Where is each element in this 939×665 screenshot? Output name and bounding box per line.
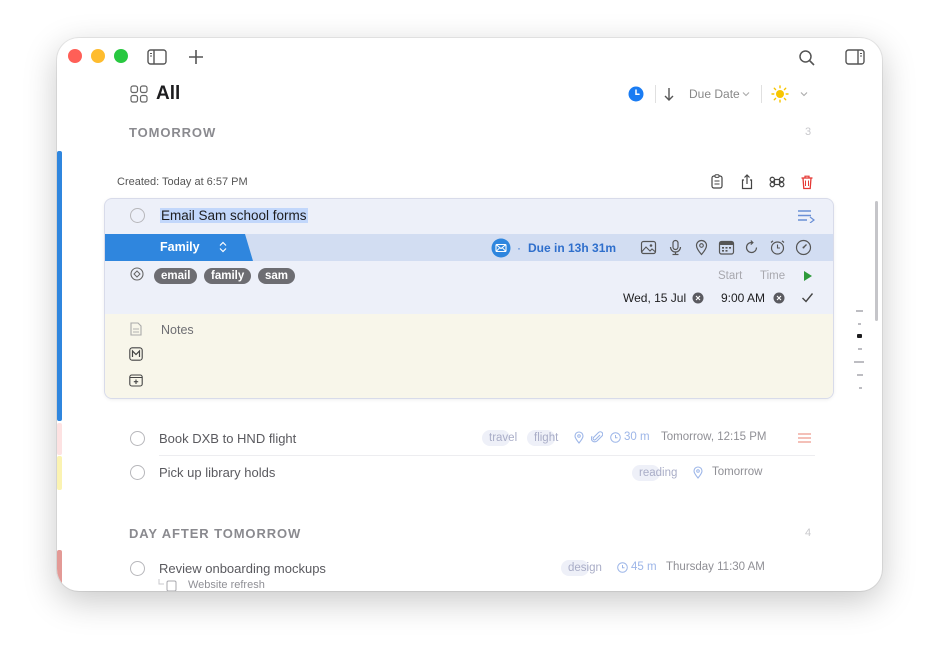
note-icon xyxy=(130,322,142,336)
sun-icon[interactable] xyxy=(771,85,789,103)
chevron-down-icon[interactable] xyxy=(742,91,750,97)
trash-icon[interactable] xyxy=(799,174,815,190)
section-count: 3 xyxy=(805,126,812,138)
task-checkbox[interactable] xyxy=(130,561,145,576)
task-checkbox[interactable] xyxy=(130,465,145,480)
tag-icon[interactable] xyxy=(130,267,144,281)
project-icon xyxy=(158,579,178,591)
index-tick-active[interactable] xyxy=(857,334,862,338)
task-row[interactable]: Pick up library holds reading Tomorrow xyxy=(114,456,814,490)
checkmark-icon[interactable] xyxy=(801,291,814,304)
chevron-updown-icon[interactable] xyxy=(218,241,228,253)
task-project: Website refresh xyxy=(188,579,265,591)
copy-icon[interactable] xyxy=(709,174,725,190)
page-title: All xyxy=(156,83,181,104)
timer-icon[interactable] xyxy=(795,239,812,256)
index-tick[interactable] xyxy=(858,323,861,325)
microphone-icon[interactable] xyxy=(667,239,684,256)
chevron-down-icon[interactable] xyxy=(800,91,808,97)
image-icon[interactable] xyxy=(640,239,657,256)
index-tick[interactable] xyxy=(856,310,863,312)
section-count: 4 xyxy=(805,527,812,539)
divider xyxy=(761,85,762,103)
markdown-icon[interactable] xyxy=(129,347,143,361)
sidebar-toggle-icon[interactable] xyxy=(147,49,167,65)
task-duration: 45 m xyxy=(631,561,657,573)
task-title-input[interactable]: Email Sam school forms xyxy=(160,208,308,223)
close-window-button[interactable] xyxy=(68,49,82,63)
task-duration: 30 m xyxy=(624,431,650,443)
tag-chip[interactable]: reading xyxy=(632,465,677,481)
location-pin-icon[interactable] xyxy=(693,239,710,256)
clock-icon xyxy=(617,562,628,573)
list-color-strip xyxy=(57,550,62,591)
inspector-toggle-icon[interactable] xyxy=(845,49,865,65)
tag-chip[interactable]: flight xyxy=(527,430,558,446)
share-icon[interactable] xyxy=(739,174,755,190)
repeat-icon[interactable] xyxy=(743,239,760,256)
index-tick[interactable] xyxy=(857,374,863,376)
created-label: Created: Today at 6:57 PM xyxy=(117,176,248,188)
minimize-window-button[interactable] xyxy=(91,49,105,63)
index-tick[interactable] xyxy=(854,361,864,363)
arrow-down-icon[interactable] xyxy=(663,86,675,102)
tag-chip[interactable]: sam xyxy=(258,268,296,284)
location-pin-icon xyxy=(573,431,585,444)
tag-chip[interactable]: travel xyxy=(482,430,517,446)
task-checkbox[interactable] xyxy=(130,431,145,446)
add-attachment-icon[interactable] xyxy=(129,373,143,387)
task-due: Tomorrow xyxy=(712,466,763,478)
clock-icon xyxy=(610,432,621,443)
paperclip-icon xyxy=(591,431,603,444)
tag-chip[interactable]: email xyxy=(154,268,198,284)
tag-chip[interactable]: design xyxy=(561,560,602,576)
list-name[interactable]: Family xyxy=(160,240,200,254)
due-countdown: Due in 13h 31m xyxy=(528,241,617,255)
list-color-strip xyxy=(57,151,62,421)
app-window: All Due Date TOMORROW 3 Created: Today a… xyxy=(57,38,882,591)
sort-label[interactable]: Due Date xyxy=(689,87,740,101)
notes-placeholder[interactable]: Notes xyxy=(161,323,194,337)
index-tick[interactable] xyxy=(859,387,862,389)
time-label: Time xyxy=(760,270,786,282)
divider xyxy=(655,85,656,103)
list-color-strip xyxy=(57,423,62,455)
task-editor-card: Email Sam school forms Family · Due in 1… xyxy=(105,199,833,398)
section-title: TOMORROW xyxy=(129,125,217,140)
task-title[interactable]: Review onboarding mockups xyxy=(159,561,326,576)
alarm-icon[interactable] xyxy=(769,239,786,256)
date-value[interactable]: Wed, 15 Jul xyxy=(623,291,686,305)
task-row[interactable]: Book DXB to HND flight travel flight 30 … xyxy=(114,422,814,456)
clear-date-icon[interactable] xyxy=(692,292,704,304)
command-icon[interactable] xyxy=(769,174,785,190)
priority-icon[interactable] xyxy=(798,433,811,443)
clock-icon[interactable] xyxy=(628,86,644,102)
scrollbar[interactable] xyxy=(875,201,878,321)
task-row[interactable]: Review onboarding mockups design 45 m Th… xyxy=(114,552,814,591)
task-title[interactable]: Pick up library holds xyxy=(159,465,275,480)
zoom-window-button[interactable] xyxy=(114,49,128,63)
section-title: DAY AFTER TOMORROW xyxy=(129,526,302,541)
task-title[interactable]: Book DXB to HND flight xyxy=(159,431,296,446)
play-icon[interactable] xyxy=(803,270,813,282)
location-pin-icon xyxy=(692,466,704,479)
notes-area[interactable] xyxy=(105,314,833,398)
task-checkbox[interactable] xyxy=(130,208,145,223)
mail-icon[interactable] xyxy=(491,238,511,258)
tag-chip[interactable]: family xyxy=(204,268,252,284)
start-label: Start xyxy=(718,270,743,282)
list-color-strip xyxy=(57,456,62,490)
clear-time-icon[interactable] xyxy=(773,292,785,304)
calendar-icon[interactable] xyxy=(718,239,735,256)
task-due: Thursday 11:30 AM xyxy=(666,561,765,573)
search-icon[interactable] xyxy=(798,49,816,67)
list-flag-icon[interactable] xyxy=(797,209,817,223)
time-value[interactable]: 9:00 AM xyxy=(721,291,765,305)
plus-icon[interactable] xyxy=(187,48,205,66)
grid-icon xyxy=(130,85,148,103)
index-tick[interactable] xyxy=(858,348,862,350)
task-due: Tomorrow, 12:15 PM xyxy=(661,431,767,443)
